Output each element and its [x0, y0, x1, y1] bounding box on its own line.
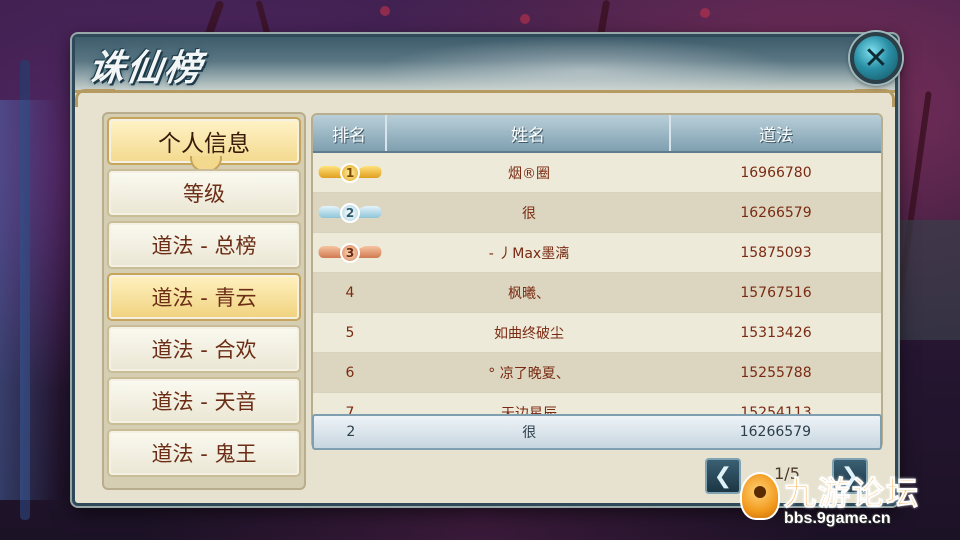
- sidebar-item-label: 道法 - 总榜: [151, 234, 257, 258]
- title-bar: 诛仙榜: [75, 37, 895, 93]
- table-header: 排名 姓名 道法: [313, 115, 881, 153]
- category-sidebar: 个人信息 等级 道法 - 总榜 道法 - 青云 道法 - 合欢 道法 - 天音 …: [102, 112, 306, 490]
- rank-cell: 1: [313, 153, 387, 192]
- forum-logo-icon: [740, 472, 780, 520]
- rank-number: 6: [345, 364, 355, 381]
- ranking-table: 排名 姓名 道法 1 烟®圈 16966780 2 很 16266579 3 -…: [311, 113, 883, 449]
- my-name: 很: [522, 425, 537, 441]
- my-ranking-row[interactable]: 2 很 16266579: [312, 414, 882, 450]
- table-body: 1 烟®圈 16966780 2 很 16266579 3 - 丿Max墨漓 1…: [313, 153, 881, 433]
- player-name: - 丿Max墨漓: [488, 245, 570, 262]
- player-name: 枫曦、: [508, 285, 550, 302]
- table-row[interactable]: 5 如曲终破尘 15313426: [313, 313, 881, 353]
- column-header-score[interactable]: 道法: [671, 115, 881, 151]
- player-score: 15875093: [740, 244, 812, 261]
- frame-ornament-left: [75, 89, 115, 107]
- player-score: 15313426: [740, 324, 812, 341]
- rank-cell: 2: [313, 193, 387, 232]
- sidebar-item-label: 道法 - 天音: [151, 390, 257, 414]
- player-name: ° 凉了晚夏、: [488, 365, 570, 382]
- player-score: 15255788: [740, 364, 812, 381]
- table-row[interactable]: 6 ° 凉了晚夏、 15255788: [313, 353, 881, 393]
- rank-number: 1: [340, 162, 360, 183]
- table-row[interactable]: 1 烟®圈 16966780: [313, 153, 881, 193]
- panel-title: 诛仙榜: [85, 47, 206, 89]
- watermark-url: bbs.9game.cn: [784, 510, 891, 527]
- my-rank: 2: [346, 424, 356, 440]
- player-name: 很: [522, 205, 536, 222]
- player-score: 16266579: [740, 204, 812, 221]
- sidebar-item-daofa-tianyin[interactable]: 道法 - 天音: [107, 377, 301, 425]
- watermark-title: 九游论坛: [783, 474, 921, 513]
- my-score: 16266579: [739, 424, 811, 440]
- rank-number: 2: [340, 202, 360, 223]
- sidebar-item-label: 道法 - 鬼王: [151, 442, 257, 466]
- sidebar-item-daofa-guiwang[interactable]: 道法 - 鬼王: [107, 429, 301, 477]
- table-row[interactable]: 4 枫曦、 15767516: [313, 273, 881, 313]
- table-row[interactable]: 2 很 16266579: [313, 193, 881, 233]
- player-name: 如曲终破尘: [494, 325, 564, 342]
- column-header-name[interactable]: 姓名: [387, 115, 671, 151]
- sidebar-item-daofa-qingyun[interactable]: 道法 - 青云: [107, 273, 301, 321]
- player-score: 15767516: [740, 284, 812, 301]
- prev-page-button[interactable]: ❮: [705, 458, 741, 494]
- sidebar-item-daofa-hehuan[interactable]: 道法 - 合欢: [107, 325, 301, 373]
- bronze-medal-icon: 3: [315, 242, 385, 264]
- close-icon: ✕: [863, 40, 889, 76]
- column-header-rank[interactable]: 排名: [313, 115, 387, 151]
- close-button[interactable]: ✕: [850, 32, 902, 84]
- rank-number: 4: [345, 284, 355, 301]
- gold-medal-icon: 1: [315, 162, 385, 184]
- sidebar-item-level[interactable]: 等级: [107, 169, 301, 217]
- player-name: 烟®圈: [508, 165, 550, 182]
- sidebar-item-personal-info[interactable]: 个人信息: [107, 117, 301, 172]
- frame-ornament-right: [855, 89, 895, 107]
- sidebar-item-label: 个人信息: [158, 131, 250, 157]
- sidebar-item-daofa-overall[interactable]: 道法 - 总榜: [107, 221, 301, 269]
- rank-number: 3: [340, 242, 360, 263]
- player-score: 16966780: [740, 164, 812, 181]
- chevron-left-icon: ❮: [713, 463, 733, 489]
- rank-cell: 3: [313, 233, 387, 272]
- sidebar-item-label: 等级: [183, 182, 225, 206]
- rank-number: 5: [345, 324, 355, 341]
- sidebar-item-label: 道法 - 青云: [151, 286, 257, 310]
- silver-medal-icon: 2: [315, 202, 385, 224]
- table-row[interactable]: 3 - 丿Max墨漓 15875093: [313, 233, 881, 273]
- forum-watermark: 九游论坛 bbs.9game.cn: [740, 466, 956, 536]
- sidebar-item-label: 道法 - 合欢: [151, 338, 257, 362]
